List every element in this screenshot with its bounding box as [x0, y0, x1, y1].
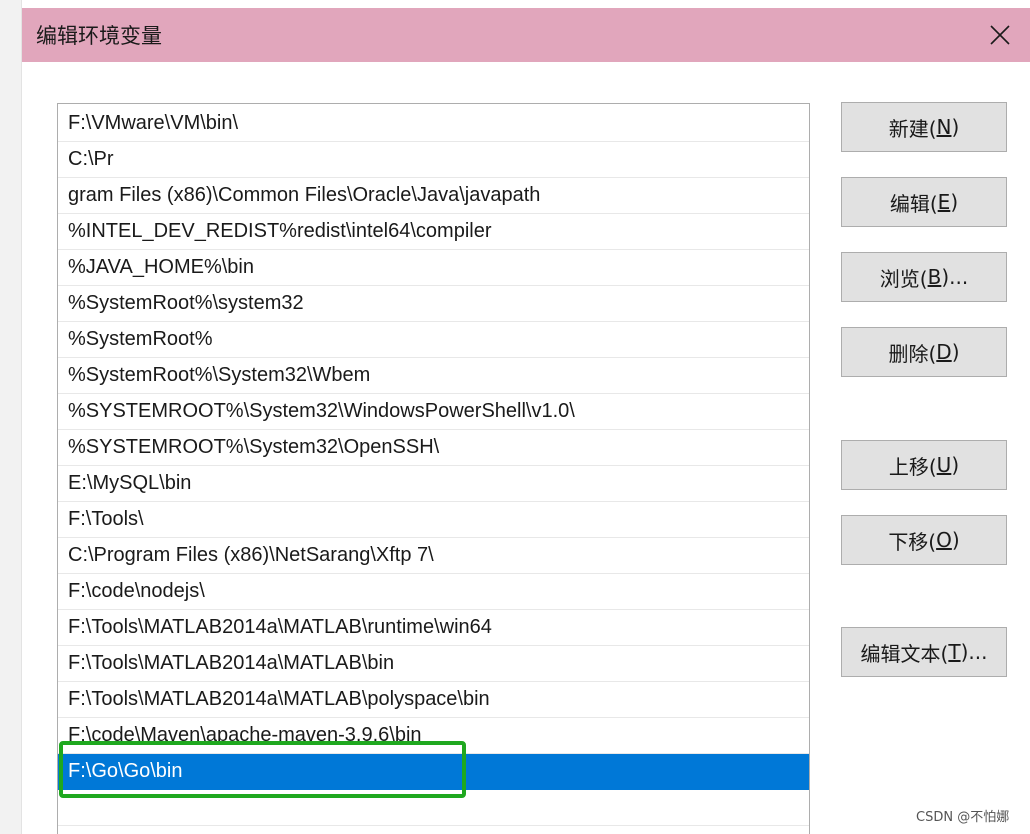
list-item-text: gram Files (x86)\Common Files\Oracle\Jav…	[68, 184, 541, 206]
list-item[interactable]: F:\VMware\VM\bin\	[58, 106, 809, 142]
list-item-text: %SystemRoot%\system32	[68, 292, 304, 314]
move-down-button[interactable]: 下移(O)	[841, 515, 1007, 565]
button-label: )	[951, 453, 960, 477]
button-label: 下移(	[888, 529, 937, 554]
list-item[interactable]: F:\Tools\MATLAB2014a\MATLAB\runtime\win6…	[58, 610, 809, 646]
dialog-title: 编辑环境变量	[36, 24, 162, 48]
button-label: )...	[960, 640, 988, 664]
list-item-text: F:\code\nodejs\	[68, 580, 205, 602]
list-item[interactable]: %SYSTEMROOT%\System32\OpenSSH\	[58, 430, 809, 466]
list-item[interactable]: %SystemRoot%	[58, 322, 809, 358]
list-item-selected[interactable]: F:\Go\Go\bin	[58, 754, 809, 790]
list-item-text: %INTEL_DEV_REDIST%redist\intel64\compile…	[68, 220, 492, 242]
title-bar[interactable]: 编辑环境变量	[22, 8, 1030, 62]
list-item[interactable]: %SystemRoot%\System32\Wbem	[58, 358, 809, 394]
list-item[interactable]: F:\code\nodejs\	[58, 574, 809, 610]
list-item[interactable]: C:\Program Files (x86)\NetSarang\Xftp 7\	[58, 538, 809, 574]
list-item[interactable]: E:\MySQL\bin	[58, 466, 809, 502]
list-item-text: F:\code\Maven\apache-maven-3.9.6\bin	[68, 724, 422, 746]
edit-env-variable-dialog: 编辑环境变量 F:\VMware\VM\bin\ C:\Pr gram File…	[0, 0, 1030, 834]
edit-button[interactable]: 编辑(E)	[841, 177, 1007, 227]
list-item-text: F:\Tools\MATLAB2014a\MATLAB\polyspace\bi…	[68, 688, 490, 710]
button-mnemonic: E	[937, 190, 951, 214]
list-item[interactable]: %SystemRoot%\system32	[58, 286, 809, 322]
watermark-text: CSDN @不怕娜	[916, 810, 1010, 825]
button-label: 上移(	[888, 454, 937, 479]
path-list[interactable]: F:\VMware\VM\bin\ C:\Pr gram Files (x86)…	[57, 103, 810, 834]
list-item-text: F:\VMware\VM\bin\	[68, 112, 239, 134]
background-window-edge	[0, 0, 22, 834]
list-item[interactable]: F:\code\Maven\apache-maven-3.9.6\bin	[58, 718, 809, 754]
browse-button[interactable]: 浏览(B)...	[841, 252, 1007, 302]
button-label: )	[950, 190, 959, 214]
list-item-text: E:\MySQL\bin	[68, 472, 192, 494]
list-item-text: F:\Tools\MATLAB2014a\MATLAB\runtime\win6…	[68, 616, 492, 638]
list-item-text: %SystemRoot%\System32\Wbem	[68, 364, 371, 386]
list-item[interactable]: gram Files (x86)\Common Files\Oracle\Jav…	[58, 178, 809, 214]
button-label: 浏览(	[879, 266, 928, 291]
button-mnemonic: B	[927, 265, 942, 289]
list-item-text: %SYSTEMROOT%\System32\WindowsPowerShell\…	[68, 400, 575, 422]
button-mnemonic: N	[936, 115, 952, 139]
delete-button[interactable]: 删除(D)	[841, 327, 1007, 377]
list-item[interactable]: F:\Tools\	[58, 502, 809, 538]
list-item-empty[interactable]	[58, 790, 809, 826]
list-item-text: C:\Pr	[68, 148, 114, 170]
button-mnemonic: D	[936, 340, 952, 364]
list-item-text: F:\Tools\MATLAB2014a\MATLAB\bin	[68, 652, 395, 674]
close-icon	[990, 25, 1010, 45]
button-mnemonic: T	[948, 640, 961, 664]
list-item-text: F:\Tools\	[68, 508, 144, 530]
list-item[interactable]: %JAVA_HOME%\bin	[58, 250, 809, 286]
list-item[interactable]: F:\Tools\MATLAB2014a\MATLAB\polyspace\bi…	[58, 682, 809, 718]
button-label: )	[951, 528, 960, 552]
move-up-button[interactable]: 上移(U)	[841, 440, 1007, 490]
close-button[interactable]	[970, 8, 1030, 62]
list-item-text: %JAVA_HOME%\bin	[68, 256, 254, 278]
list-item[interactable]: C:\Pr	[58, 142, 809, 178]
list-item[interactable]: %SYSTEMROOT%\System32\WindowsPowerShell\…	[58, 394, 809, 430]
button-label: 编辑文本(	[860, 641, 949, 666]
edit-text-button[interactable]: 编辑文本(T)...	[841, 627, 1007, 677]
button-mnemonic: U	[936, 453, 952, 477]
list-item-text: C:\Program Files (x86)\NetSarang\Xftp 7\	[68, 544, 434, 566]
list-item-text: F:\Go\Go\bin	[68, 760, 183, 782]
top-margin	[0, 0, 1030, 8]
button-mnemonic: O	[936, 528, 952, 552]
button-label: )	[951, 340, 960, 364]
new-button[interactable]: 新建(N)	[841, 102, 1007, 152]
button-label: )	[951, 115, 960, 139]
list-item-text: %SYSTEMROOT%\System32\OpenSSH\	[68, 436, 440, 458]
button-label: )...	[941, 265, 969, 289]
list-item-text: %SystemRoot%	[68, 328, 213, 350]
button-label: 删除(	[888, 341, 937, 366]
list-item[interactable]: %INTEL_DEV_REDIST%redist\intel64\compile…	[58, 214, 809, 250]
button-label: 编辑(	[889, 191, 938, 216]
list-item[interactable]: F:\Tools\MATLAB2014a\MATLAB\bin	[58, 646, 809, 682]
button-label: 新建(	[888, 116, 937, 141]
